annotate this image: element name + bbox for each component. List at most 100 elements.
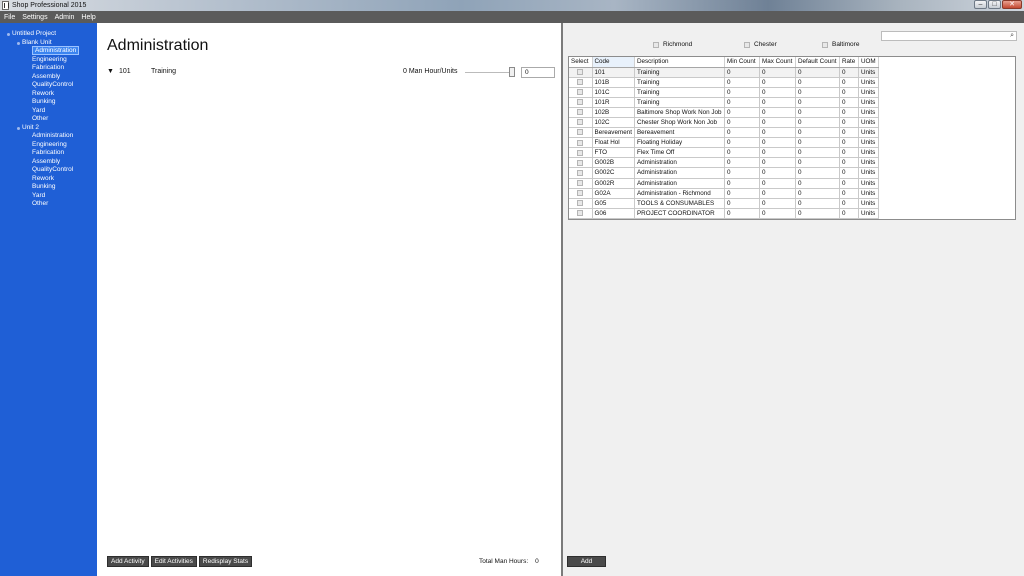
richmond-checkbox[interactable]	[653, 41, 659, 48]
table-row[interactable]: 101C Training 0 0 0 0 Units	[569, 87, 879, 98]
menu-file[interactable]: File	[4, 14, 15, 21]
tree-item[interactable]: Fabrication	[0, 64, 97, 73]
row-select-checkbox[interactable]	[577, 179, 584, 186]
tree-expand-icon[interactable]	[7, 33, 10, 36]
select-cell[interactable]	[569, 198, 593, 209]
search-input[interactable]: ⌕	[881, 31, 1017, 41]
table-row[interactable]: G002B Administration 0 0 0 0 Units	[569, 157, 879, 169]
select-cell[interactable]	[569, 127, 593, 139]
redisplay-stats-button[interactable]: Redisplay Stats	[198, 556, 253, 567]
row-select-checkbox[interactable]	[577, 210, 584, 217]
table-row[interactable]: G06 PROJECT COORDINATOR 0 0 0 0 Units	[569, 208, 879, 219]
row-select-checkbox[interactable]	[577, 119, 584, 126]
search-icon[interactable]: ⌕	[1010, 32, 1014, 40]
tree-expand-icon[interactable]	[17, 126, 20, 130]
tree-item[interactable]: Bunking	[0, 183, 97, 192]
column-header[interactable]: UOM	[858, 57, 879, 68]
maximize-button[interactable]: □	[988, 0, 1001, 9]
row-select-checkbox[interactable]	[577, 129, 584, 136]
table-row[interactable]: FTO Flex Time Off 0 0 0 0 Units	[569, 147, 879, 159]
row-select-checkbox[interactable]	[577, 68, 584, 75]
tree-item[interactable]: Fabrication	[0, 149, 97, 158]
tree-item[interactable]: Bunking	[0, 98, 97, 107]
select-cell[interactable]	[569, 87, 593, 98]
column-header[interactable]: Max Count	[759, 57, 796, 68]
tree-item[interactable]: Yard	[0, 107, 97, 116]
table-row[interactable]: 101R Training 0 0 0 0 Units	[569, 97, 879, 108]
menu-admin[interactable]: Admin	[55, 14, 75, 21]
row-select-checkbox[interactable]	[577, 169, 584, 176]
column-header[interactable]: Rate	[839, 57, 859, 68]
row-select-checkbox[interactable]	[577, 109, 584, 116]
column-header[interactable]: Select	[569, 57, 593, 68]
column-header[interactable]: Description	[634, 57, 725, 68]
tree-item[interactable]: Engineering	[0, 141, 97, 150]
row-select-checkbox[interactable]	[577, 190, 584, 196]
select-cell[interactable]	[569, 97, 593, 108]
table-row[interactable]: G05 TOOLS & CONSUMABLES 0 0 0 0 Units	[569, 198, 879, 209]
minimize-button[interactable]: –	[974, 0, 987, 9]
tree-item[interactable]: Rework	[0, 175, 97, 184]
add-activity-button[interactable]: Add Activity	[107, 556, 149, 567]
select-cell[interactable]	[569, 107, 593, 118]
select-cell[interactable]	[569, 67, 593, 78]
select-cell[interactable]	[569, 77, 593, 88]
chester-checkbox[interactable]	[744, 41, 750, 48]
tree-item[interactable]: Assembly	[0, 73, 97, 82]
table-row[interactable]: 101 Training 0 0 0 0 Units	[569, 67, 879, 78]
row-select-checkbox[interactable]	[577, 139, 584, 146]
tree-item[interactable]: Assembly	[0, 158, 97, 167]
location-richmond[interactable]: Richmond	[653, 41, 692, 48]
man-hours-slider-track[interactable]	[465, 72, 513, 73]
tree-item-label: Unit 2	[22, 123, 39, 131]
row-select-checkbox[interactable]	[577, 78, 584, 85]
table-row[interactable]: 101B Training 0 0 0 0 Units	[569, 77, 879, 88]
location-baltimore[interactable]: Baltimore	[822, 41, 859, 48]
menu-help[interactable]: Help	[81, 14, 95, 21]
table-row[interactable]: Bereavement Bereavement 0 0 0 0 Units	[569, 127, 879, 139]
tree-item[interactable]: QualityControl	[0, 81, 97, 90]
table-row[interactable]: 102B Baltimore Shop Work Non Job 0 0 0 0 Units	[569, 107, 879, 118]
select-cell[interactable]	[569, 147, 593, 159]
tree-item[interactable]: Other	[0, 115, 97, 124]
table-row[interactable]: G002C Administration 0 0 0 0 Units	[569, 167, 879, 179]
close-button[interactable]: ✕	[1002, 0, 1022, 9]
row-select-checkbox[interactable]	[577, 159, 584, 166]
add-button[interactable]: Add	[567, 556, 606, 567]
man-hours-input[interactable]: 0	[521, 67, 555, 78]
man-hours-slider-thumb[interactable]	[509, 67, 515, 77]
tree-item[interactable]: QualityControl	[0, 166, 97, 175]
tree-item[interactable]: Administration	[0, 46, 97, 56]
row-select-checkbox[interactable]	[577, 99, 584, 106]
table-row[interactable]: 102C Chester Shop Work Non Job 0 0 0 0 Units	[569, 117, 879, 129]
tree-item[interactable]: Rework	[0, 90, 97, 99]
select-cell[interactable]	[569, 188, 593, 199]
row-select-checkbox[interactable]	[577, 200, 584, 207]
expand-triangle-icon[interactable]: ▼	[107, 68, 114, 75]
baltimore-checkbox[interactable]	[822, 41, 828, 48]
table-row[interactable]: G02A Administration - Richmond 0 0 0 0 Units	[569, 188, 879, 199]
row-select-checkbox[interactable]	[577, 149, 584, 156]
tree-expand-icon[interactable]	[17, 41, 20, 45]
tree-item[interactable]: Engineering	[0, 56, 97, 65]
tree-item[interactable]: Unit 2	[0, 124, 97, 133]
row-select-checkbox[interactable]	[577, 89, 584, 96]
edit-activities-button[interactable]: Edit Activities	[150, 556, 197, 567]
column-header[interactable]: Min Count	[724, 57, 760, 68]
tree-item[interactable]: Yard	[0, 192, 97, 201]
column-header[interactable]: Code	[592, 57, 635, 68]
select-cell[interactable]	[569, 167, 593, 179]
table-row[interactable]: Float Hol Floating Holiday 0 0 0 0 Units	[569, 137, 879, 149]
select-cell[interactable]	[569, 178, 593, 189]
column-header[interactable]: Default Count	[795, 57, 840, 68]
tree-item[interactable]: Untitled Project	[0, 30, 97, 39]
location-chester[interactable]: Chester	[744, 41, 777, 48]
select-cell[interactable]	[569, 117, 593, 129]
select-cell[interactable]	[569, 208, 593, 219]
menu-settings[interactable]: Settings	[22, 14, 47, 21]
table-row[interactable]: G002R Administration 0 0 0 0 Units	[569, 178, 879, 189]
tree-item[interactable]: Administration	[0, 132, 97, 141]
tree-item[interactable]: Other	[0, 200, 97, 209]
select-cell[interactable]	[569, 157, 593, 169]
select-cell[interactable]	[569, 137, 593, 149]
